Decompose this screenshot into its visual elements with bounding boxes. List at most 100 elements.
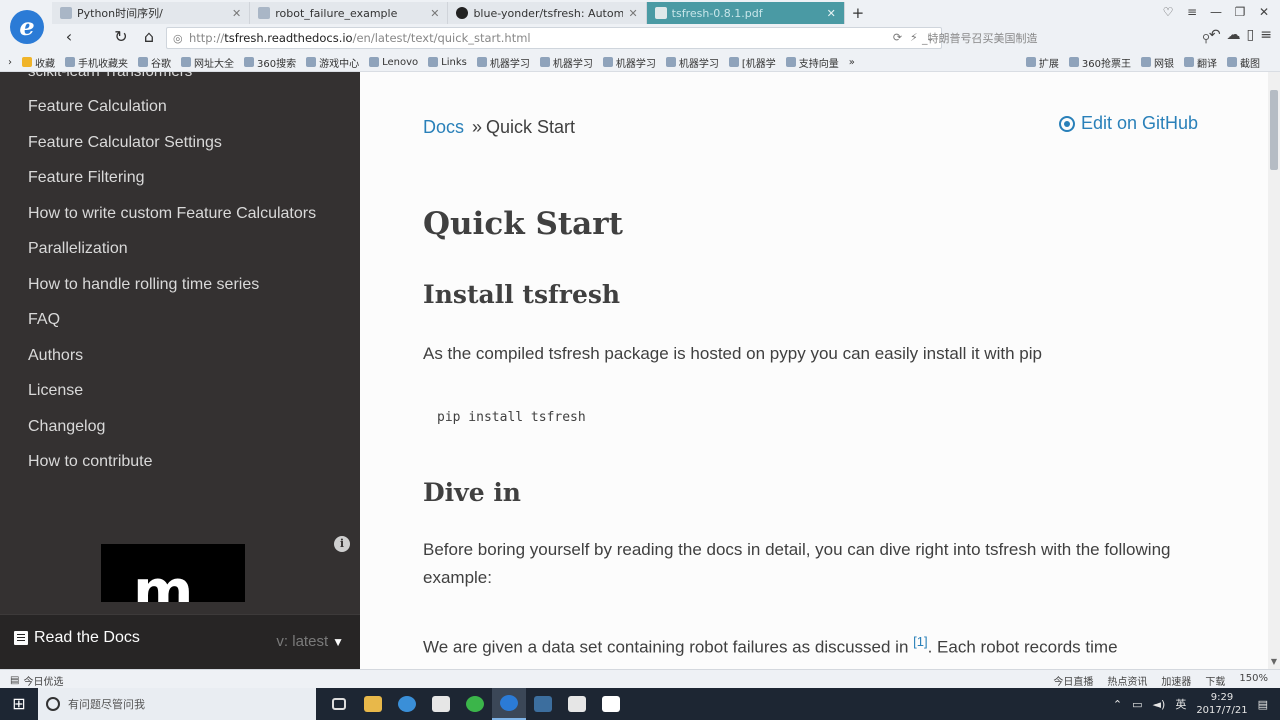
bookmark-item[interactable]: [机器学: [728, 55, 776, 70]
scroll-thumb[interactable]: [1270, 90, 1278, 170]
extension-item[interactable]: 扩展: [1025, 55, 1059, 70]
sidebar-item-changelog[interactable]: Changelog: [28, 416, 328, 438]
browser-tab[interactable]: blue-yonder/tsfresh: Automati ✕: [448, 2, 647, 24]
breadcrumb-docs-link[interactable]: Docs: [423, 117, 464, 137]
sidebar-item-feature-calculation[interactable]: Feature Calculation: [28, 96, 328, 118]
edit-on-github-link[interactable]: Edit on GitHub: [1058, 113, 1198, 134]
bookmark-item[interactable]: 谷歌: [138, 55, 171, 70]
close-icon[interactable]: ✕: [628, 7, 637, 20]
taskbar-search[interactable]: 有问题尽管问我: [38, 688, 316, 720]
sidebar-item-license[interactable]: License: [28, 380, 328, 402]
search-suggestion[interactable]: _特朗普号召买美国制造: [922, 30, 1038, 46]
address-bar[interactable]: ◎ http://tsfresh.readthedocs.io/en/lates…: [166, 27, 942, 49]
extension-icon: [1025, 57, 1036, 67]
browser-tab[interactable]: Python时间序列/ ✕: [52, 2, 251, 24]
status-item-news[interactable]: 热点资讯: [1107, 673, 1147, 688]
read-the-docs-bar[interactable]: Read the Docs v: latest ▼: [0, 614, 360, 669]
skin-icon[interactable]: ♡: [1156, 2, 1180, 22]
bookmark-item[interactable]: 手机收藏夹: [65, 55, 128, 70]
bookmark-item[interactable]: 机器学习: [665, 55, 719, 70]
extension-item[interactable]: 翻译: [1184, 55, 1217, 70]
bookmark-item[interactable]: 支持向量: [785, 55, 839, 70]
new-tab-button[interactable]: +: [845, 2, 871, 24]
bookmark-item[interactable]: Lenovo: [369, 57, 418, 68]
ime-indicator[interactable]: 英: [1175, 696, 1186, 712]
sidebar-item-feature-filtering[interactable]: Feature Filtering: [28, 167, 328, 189]
bookmark-item[interactable]: 360搜索: [244, 55, 296, 70]
browser-tab[interactable]: robot_failure_example ✕: [250, 2, 449, 24]
browser-tab-active[interactable]: tsfresh-0.8.1.pdf ✕: [646, 2, 845, 24]
bookmark-item[interactable]: 机器学习: [476, 55, 530, 70]
sidebar-item-parallelization[interactable]: Parallelization: [28, 238, 328, 260]
store-icon[interactable]: [424, 688, 458, 720]
cloud-icon[interactable]: ☁: [1227, 27, 1241, 43]
taskbar-apps: [322, 688, 628, 720]
maximize-icon[interactable]: ❐: [1228, 2, 1252, 22]
sidebar-item-custom-feature-calculators[interactable]: How to write custom Feature Calculators: [28, 203, 328, 225]
windows-start-icon[interactable]: ⊞: [0, 688, 38, 720]
bookmark-item[interactable]: 收藏: [22, 55, 55, 70]
bookmark-item[interactable]: 网址大全: [181, 55, 234, 70]
tray-overflow-icon[interactable]: ⌃: [1113, 698, 1122, 711]
extension-item[interactable]: 360抢票王: [1068, 55, 1131, 70]
status-left[interactable]: ▤ 今日优选: [10, 673, 63, 688]
page-icon: [785, 57, 796, 67]
browser-logo-icon[interactable]: e: [10, 10, 44, 44]
menu-icon[interactable]: ≡: [1180, 2, 1204, 22]
close-icon[interactable]: ✕: [430, 7, 439, 20]
file-explorer-icon[interactable]: [356, 688, 390, 720]
ticket-icon: [1068, 57, 1079, 67]
status-item-live[interactable]: 今日直播: [1053, 673, 1093, 688]
volume-icon[interactable]: ◄): [1153, 698, 1166, 711]
more-menu-icon[interactable]: ≡: [1260, 27, 1272, 43]
sidebar-item[interactable]: scikit-learn Transformers: [28, 72, 192, 80]
home-icon[interactable]: ⌂: [138, 26, 160, 48]
page-scrollbar[interactable]: ▼: [1268, 72, 1280, 669]
refresh-small-icon[interactable]: ⟳: [893, 31, 902, 44]
back-icon[interactable]: ‹: [58, 26, 80, 48]
edge-icon[interactable]: [390, 688, 424, 720]
close-window-icon[interactable]: ✕: [1252, 2, 1276, 22]
bookmark-item[interactable]: 机器学习: [602, 55, 656, 70]
browser-360-icon[interactable]: [458, 688, 492, 720]
terminal-icon[interactable]: [560, 688, 594, 720]
task-view-icon[interactable]: [322, 688, 356, 720]
search-box[interactable]: _特朗普号召买美国制造 ⚲: [916, 27, 1216, 49]
sidebar-item-rolling-time-series[interactable]: How to handle rolling time series: [28, 274, 328, 296]
url-text[interactable]: http://tsfresh.readthedocs.io/en/latest/…: [189, 31, 531, 45]
clock[interactable]: 9:29 2017/7/21: [1196, 691, 1247, 717]
status-item-accelerator[interactable]: 加速器: [1161, 673, 1191, 688]
bookmark-item[interactable]: Links: [428, 57, 467, 68]
close-icon[interactable]: ✕: [827, 7, 836, 20]
version-selector[interactable]: v: latest ▼: [276, 633, 344, 650]
more-bookmarks-icon[interactable]: »: [849, 57, 855, 68]
sidebar-item-how-to-contribute[interactable]: How to contribute: [28, 451, 328, 473]
sidebar-item-feature-calculator-settings[interactable]: Feature Calculator Settings: [28, 132, 328, 154]
info-icon[interactable]: i: [334, 536, 350, 552]
sponsor-ad[interactable]: m: [101, 544, 245, 602]
bookmark-item[interactable]: 游戏中心: [306, 55, 359, 70]
minimize-icon[interactable]: —: [1204, 2, 1228, 22]
bookmark-collapse-icon[interactable]: ›: [8, 57, 12, 68]
network-icon[interactable]: ▭: [1132, 698, 1142, 711]
sidebar-item-faq[interactable]: FAQ: [28, 309, 328, 331]
undo-icon[interactable]: ↶: [1209, 27, 1221, 43]
tab-title: blue-yonder/tsfresh: Automati: [473, 6, 624, 20]
extension-item[interactable]: 网银: [1141, 55, 1174, 70]
close-icon[interactable]: ✕: [232, 7, 241, 20]
extension-item[interactable]: 截图: [1227, 55, 1260, 70]
rtd-label[interactable]: Read the Docs: [14, 629, 140, 647]
citation-link[interactable]: [1]: [913, 634, 927, 649]
python-icon[interactable]: [526, 688, 560, 720]
browser-active-icon[interactable]: [492, 688, 526, 720]
scroll-down-icon[interactable]: ▼: [1268, 657, 1280, 667]
status-item-download[interactable]: 下载: [1205, 673, 1225, 688]
phone-icon[interactable]: ▯: [1247, 27, 1255, 43]
reload-icon[interactable]: ↻: [110, 26, 132, 48]
windows-taskbar: ⊞ 有问题尽管问我 ⌃ ▭ ◄) 英 9:29 2017/7/21 ▤: [0, 688, 1280, 720]
sidebar-item-authors[interactable]: Authors: [28, 345, 328, 367]
notifications-icon[interactable]: ▤: [1258, 698, 1268, 711]
app-icon[interactable]: [594, 688, 628, 720]
zoom-level[interactable]: 150%: [1239, 673, 1268, 688]
bookmark-item[interactable]: 机器学习: [539, 55, 593, 70]
